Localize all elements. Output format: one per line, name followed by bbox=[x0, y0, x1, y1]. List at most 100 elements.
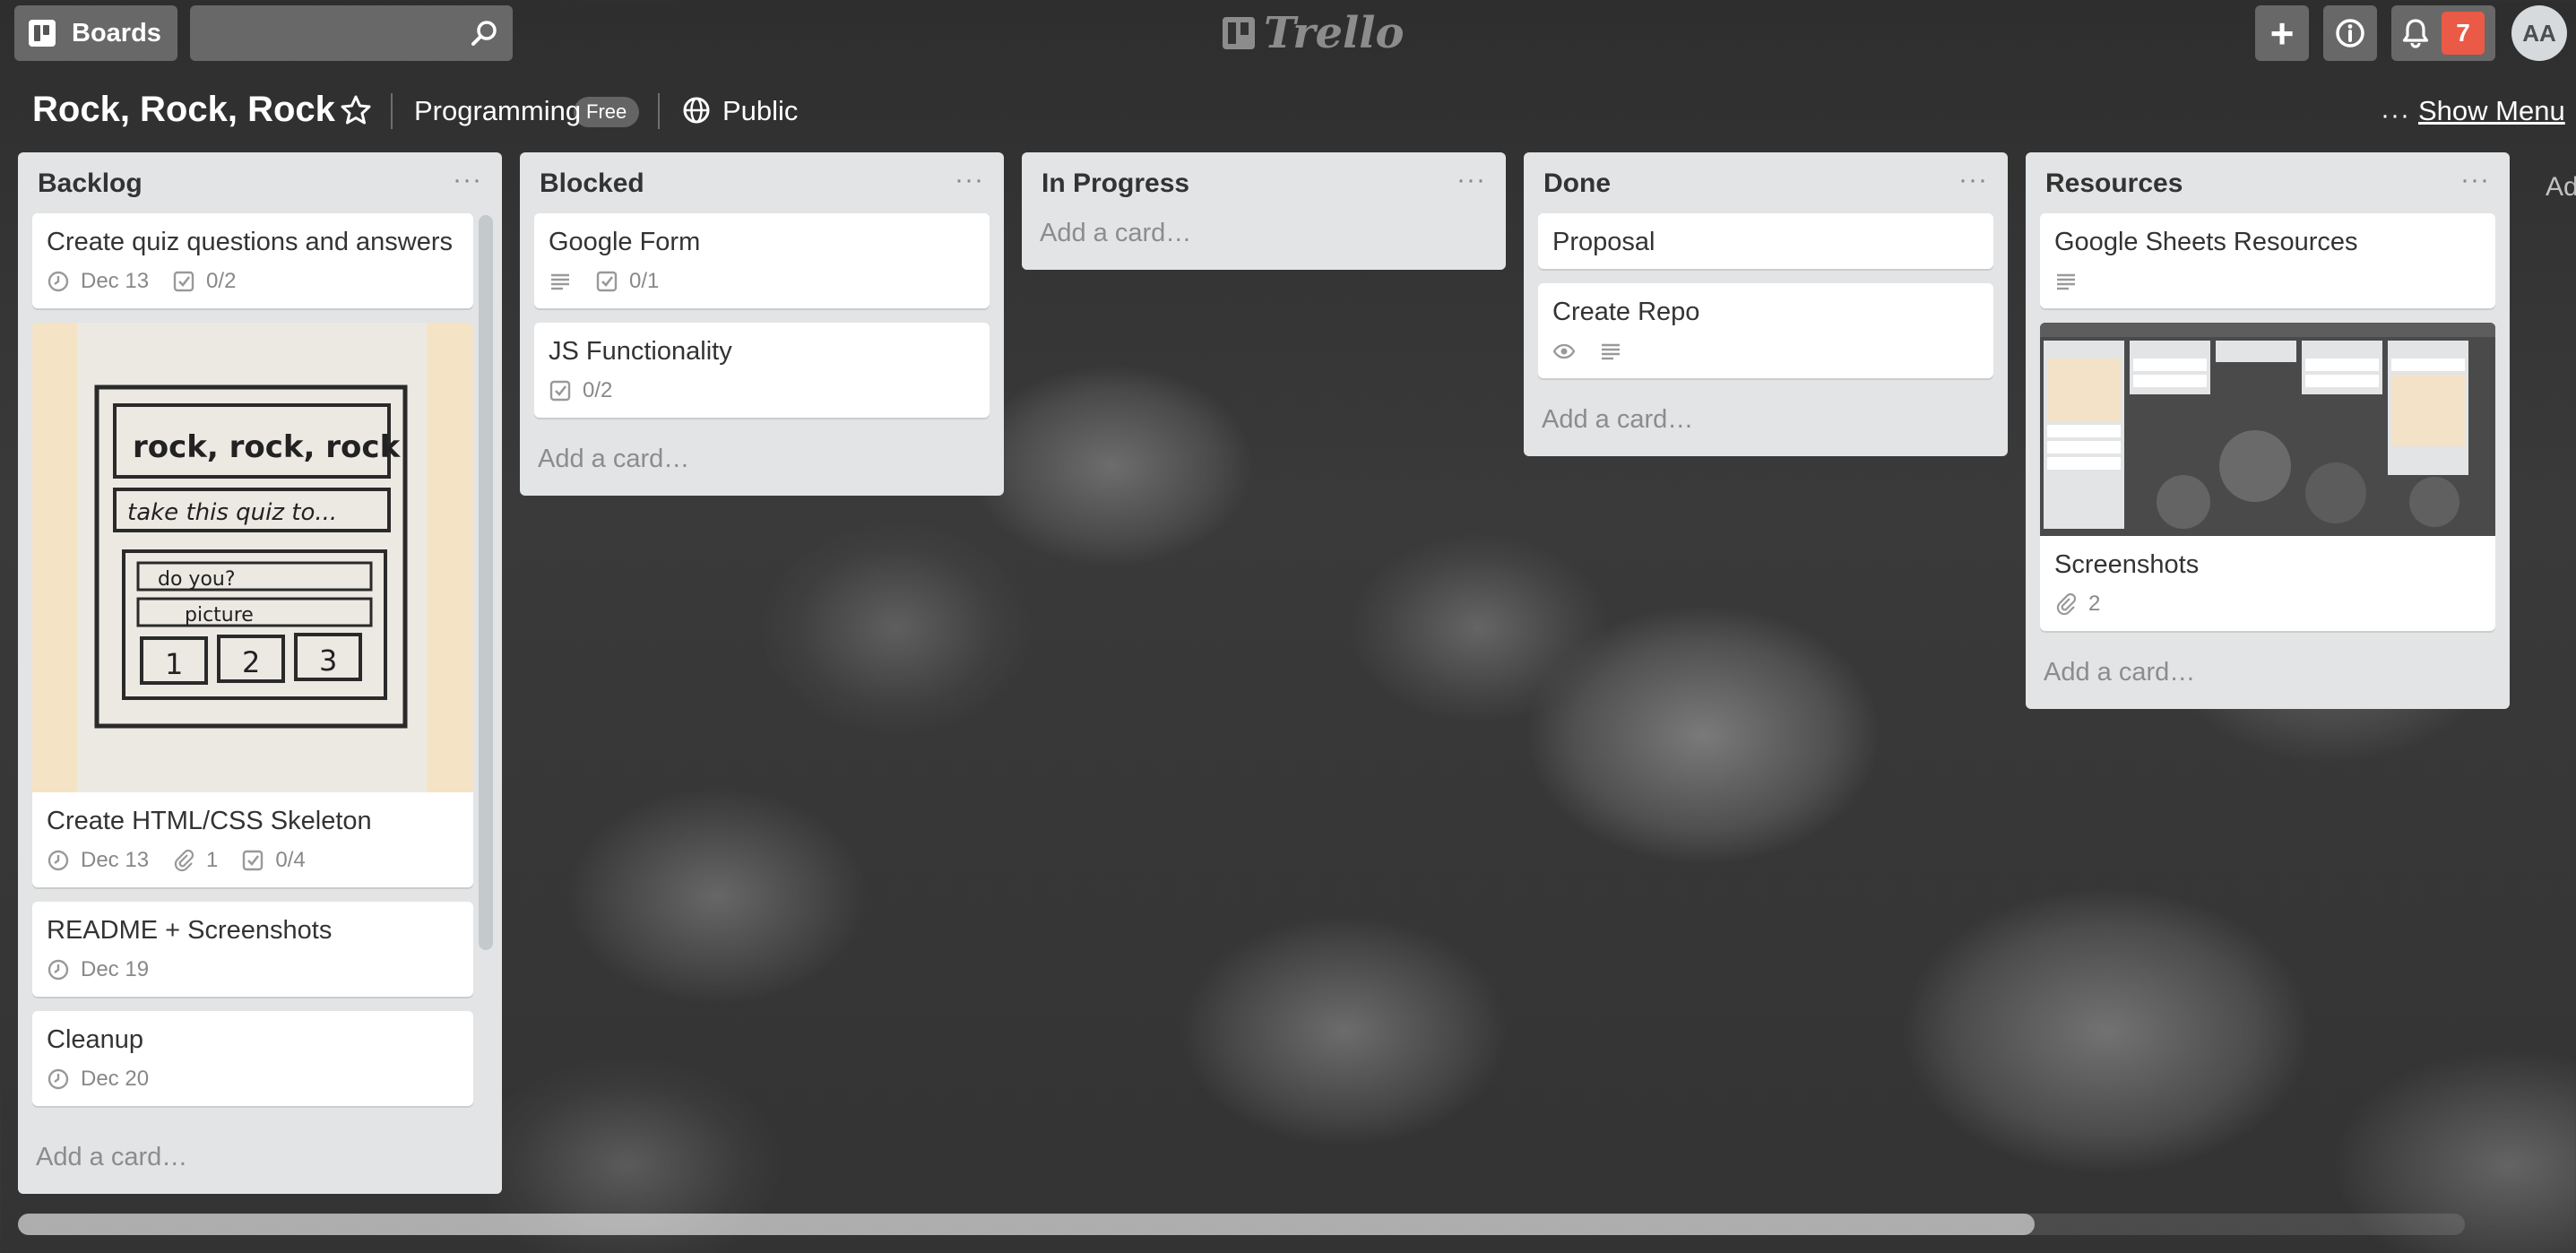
card-title: Create quiz questions and answers bbox=[47, 228, 453, 256]
card[interactable]: JS Functionality 0/2 bbox=[534, 323, 990, 418]
card[interactable]: Proposal bbox=[1538, 213, 1993, 269]
card[interactable]: Create Repo bbox=[1538, 283, 1993, 378]
board-header: Rock, Rock, Rock Programming Free Public… bbox=[0, 77, 2576, 143]
list-header[interactable]: Resources ··· bbox=[2026, 152, 2510, 213]
description-icon bbox=[551, 273, 569, 290]
paperclip-icon bbox=[174, 849, 194, 872]
globe-icon[interactable] bbox=[681, 95, 712, 125]
eye-icon bbox=[1552, 343, 1576, 359]
card[interactable]: Cleanup Dec 20 bbox=[32, 1011, 473, 1106]
bell-icon bbox=[2402, 19, 2429, 48]
plan-badge: Free bbox=[574, 97, 640, 127]
search-box[interactable] bbox=[190, 5, 513, 61]
top-header: Boards Trello + 7 AA bbox=[0, 0, 2576, 68]
add-card-link[interactable]: Add a card… bbox=[2026, 645, 2510, 709]
card-title: Google Sheets Resources bbox=[2054, 228, 2358, 256]
notifications-button[interactable]: 7 bbox=[2391, 5, 2495, 61]
list-title[interactable]: Resources bbox=[2045, 169, 2183, 199]
list-menu-icon[interactable]: ··· bbox=[2460, 165, 2490, 195]
list-title[interactable]: In Progress bbox=[1042, 169, 1189, 199]
due-date-badge: Dec 19 bbox=[47, 957, 149, 982]
card[interactable]: Screenshots 2 bbox=[2040, 323, 2495, 631]
list-backlog: Backlog ··· Create quiz questions and an… bbox=[18, 152, 502, 1194]
due-date-badge: Dec 20 bbox=[47, 1067, 149, 1092]
attachment-badge: 2 bbox=[2054, 592, 2100, 617]
card[interactable]: Google Form 0/1 bbox=[534, 213, 990, 308]
list-header[interactable]: Done ··· bbox=[1524, 152, 2008, 213]
card-title: Cleanup bbox=[47, 1025, 144, 1054]
team-name[interactable]: Programming bbox=[414, 95, 581, 127]
card[interactable]: README + Screenshots Dec 19 bbox=[32, 902, 473, 997]
card[interactable]: Google Sheets Resources bbox=[2040, 213, 2495, 308]
list-menu-icon[interactable]: ··· bbox=[453, 165, 482, 195]
description-badge bbox=[2054, 270, 2078, 293]
checklist-icon bbox=[549, 380, 571, 402]
checklist-icon bbox=[173, 271, 194, 292]
show-menu-link[interactable]: Show Menu bbox=[2418, 95, 2565, 127]
list-in-progress: In Progress ··· Add a card… bbox=[1022, 152, 1506, 270]
add-card-link[interactable]: Add a card… bbox=[1022, 208, 1506, 270]
card-title: JS Functionality bbox=[549, 337, 732, 366]
info-icon bbox=[2336, 19, 2364, 48]
list-resources: Resources ··· Google Sheets Resources Sc… bbox=[2026, 152, 2510, 709]
card-cover-image bbox=[2040, 323, 2495, 536]
watching-badge bbox=[1552, 340, 1576, 363]
add-list-link[interactable]: Ad bbox=[2546, 172, 2576, 203]
sketch-text: 1 bbox=[165, 647, 183, 681]
description-icon bbox=[2057, 273, 2075, 290]
create-button[interactable]: + bbox=[2255, 5, 2309, 61]
description-icon bbox=[1602, 343, 1620, 360]
trello-logo[interactable]: Trello bbox=[1223, 8, 1405, 58]
list-menu-icon[interactable]: ··· bbox=[955, 165, 984, 195]
checklist-count: 0/4 bbox=[275, 848, 306, 872]
visibility-label[interactable]: Public bbox=[722, 95, 798, 127]
card-title: Create Repo bbox=[1552, 298, 1700, 326]
due-date: Dec 19 bbox=[81, 957, 150, 981]
checklist-badge: 0/2 bbox=[549, 378, 612, 403]
add-card-link[interactable]: Add a card… bbox=[520, 432, 1004, 496]
checklist-count: 0/1 bbox=[629, 269, 660, 293]
card[interactable]: Create quiz questions and answers Dec 13… bbox=[32, 213, 473, 308]
add-card-link[interactable]: Add a card… bbox=[18, 1130, 209, 1194]
list-title[interactable]: Done bbox=[1543, 169, 1611, 199]
search-icon[interactable] bbox=[470, 19, 498, 48]
description-badge bbox=[1599, 340, 1622, 363]
card[interactable]: rock, rock, rock take this quiz to... do… bbox=[32, 323, 473, 887]
avatar[interactable]: AA bbox=[2511, 5, 2567, 61]
divider bbox=[658, 93, 660, 129]
sketch-text: picture bbox=[185, 604, 254, 626]
list-menu-icon[interactable]: ··· bbox=[1457, 165, 1486, 195]
checklist-badge: 0/2 bbox=[172, 269, 236, 294]
notification-count-badge[interactable]: 7 bbox=[2442, 12, 2485, 55]
list-scrollbar[interactable] bbox=[479, 215, 493, 950]
list-header[interactable]: Backlog ··· bbox=[18, 152, 502, 213]
sketch-text: rock, rock, rock bbox=[133, 429, 402, 465]
board-scrollbar-thumb[interactable] bbox=[18, 1214, 2035, 1235]
logo-text: Trello bbox=[1264, 8, 1405, 58]
clock-icon bbox=[48, 850, 69, 871]
list-header[interactable]: Blocked ··· bbox=[520, 152, 1004, 213]
boards-label: Boards bbox=[72, 18, 161, 48]
star-icon[interactable] bbox=[339, 93, 373, 127]
list-title[interactable]: Backlog bbox=[38, 169, 143, 199]
boards-button[interactable]: Boards bbox=[14, 5, 177, 61]
due-date-badge: Dec 13 bbox=[47, 269, 149, 294]
plus-icon: + bbox=[2269, 10, 2295, 56]
list-title[interactable]: Blocked bbox=[540, 169, 644, 199]
card-title: README + Screenshots bbox=[47, 916, 333, 945]
card-title: Create HTML/CSS Skeleton bbox=[47, 807, 372, 835]
list-done: Done ··· Proposal Create Repo Add a card… bbox=[1524, 152, 2008, 456]
divider bbox=[391, 93, 393, 129]
add-card-link[interactable]: Add a card… bbox=[1524, 393, 2008, 456]
list-menu-icon[interactable]: ··· bbox=[1958, 165, 1988, 195]
board-screenshot-thumbnail bbox=[2040, 323, 2495, 536]
card-title: Google Form bbox=[549, 228, 701, 256]
list-blocked: Blocked ··· Google Form 0/1 JS Functiona… bbox=[520, 152, 1004, 496]
board-title[interactable]: Rock, Rock, Rock bbox=[32, 90, 335, 130]
info-button[interactable] bbox=[2323, 5, 2377, 61]
search-input[interactable] bbox=[190, 5, 513, 61]
list-header[interactable]: In Progress ··· bbox=[1022, 152, 1506, 208]
trello-logo-icon bbox=[1223, 17, 1255, 49]
paperclip-icon bbox=[2056, 592, 2077, 616]
more-dots-icon[interactable]: ··· bbox=[2381, 100, 2410, 131]
